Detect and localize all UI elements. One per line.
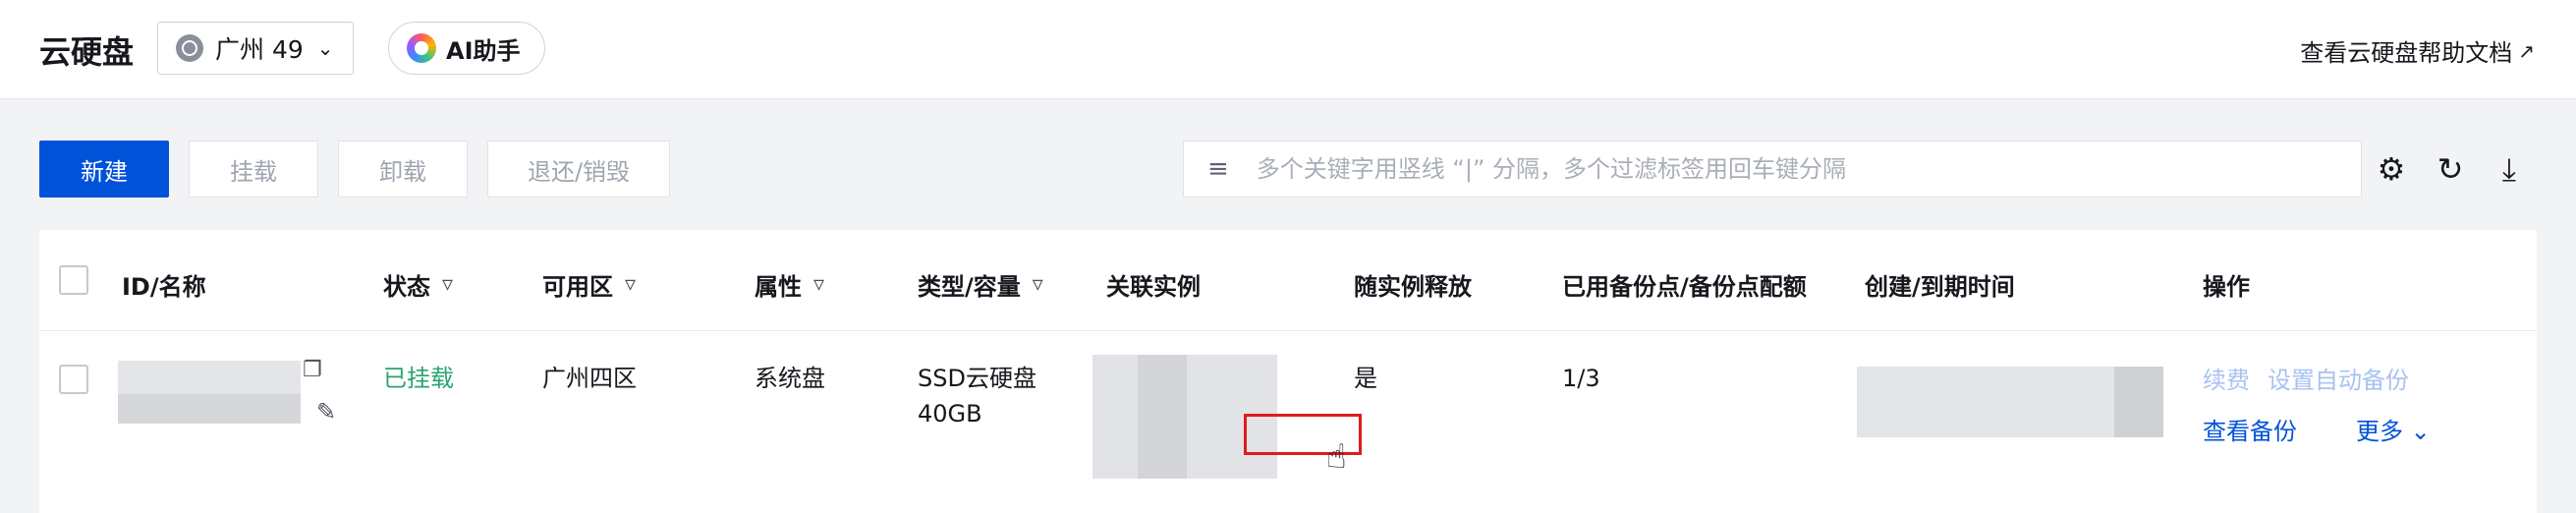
col-attr-label: 属性 — [755, 273, 802, 301]
ai-label: AI助手 — [446, 36, 521, 65]
region-label: 广州 49 — [215, 35, 304, 64]
status-badge: 已挂载 — [383, 365, 454, 392]
capacity-value: 40GB — [918, 400, 982, 428]
region-selector[interactable]: 广州 49 ⌄ — [157, 22, 354, 75]
col-time: 创建/到期时间 — [1865, 267, 2015, 302]
col-attr: 属性 ▿ — [755, 267, 824, 302]
type-line1: SSD云硬盘 — [918, 365, 1036, 392]
select-all-checkbox[interactable] — [59, 265, 88, 295]
ai-logo-icon — [407, 33, 436, 63]
edit-pencil-icon[interactable]: ✎ — [316, 394, 336, 429]
col-id-label: ID/名称 — [122, 273, 206, 301]
filter-icon[interactable]: ▿ — [813, 272, 824, 297]
globe-icon — [176, 34, 203, 62]
col-backup-label: 已用备份点/备份点配额 — [1562, 273, 1807, 301]
release-value: 是 — [1354, 365, 1377, 392]
zone-value: 广州四区 — [542, 365, 637, 392]
attr-value: 系统盘 — [755, 365, 825, 392]
col-instance-label: 关联实例 — [1106, 273, 1201, 301]
disk-table: ID/名称 状态 ▿ 可用区 ▿ 属性 ▿ 类型/容量 ▿ 关联实例 随实例释放 已用备… — [39, 230, 2537, 513]
new-button[interactable]: 新建 — [39, 141, 169, 198]
search-box[interactable]: ≡ — [1183, 141, 2362, 198]
refresh-icon[interactable]: ↻ — [2431, 149, 2470, 189]
mount-button[interactable]: 挂载 — [189, 141, 318, 198]
col-release-label: 随实例释放 — [1354, 273, 1472, 301]
renew-link[interactable]: 续费 — [2203, 363, 2250, 398]
more-label: 更多 — [2356, 418, 2403, 445]
top-bar: 云硬盘 广州 49 ⌄ AI助手 查看云硬盘帮助文档 ↗ — [0, 0, 2576, 99]
external-link-icon: ↗ — [2518, 38, 2535, 63]
blurred-id — [118, 361, 301, 394]
blurred-instance-block — [1138, 355, 1187, 479]
view-backup-link[interactable]: 查看备份 — [2203, 414, 2297, 449]
search-input[interactable] — [1254, 154, 2339, 184]
col-ops-label: 操作 — [2203, 273, 2250, 301]
col-type-label: 类型/容量 — [918, 273, 1021, 301]
col-id-name: ID/名称 — [122, 267, 206, 302]
col-status: 状态 ▿ — [383, 267, 453, 302]
table-header: ID/名称 状态 ▿ 可用区 ▿ 属性 ▿ 类型/容量 ▿ 关联实例 随实例释放 已用备… — [39, 230, 2537, 331]
blurred-time-block — [2114, 367, 2163, 437]
blurred-name — [118, 394, 301, 424]
table-row: ❐ ✎ 已挂载 广州四区 系统盘 SSD云硬盘 40GB 是 1/3 续费 设置… — [39, 331, 2537, 513]
chevron-down-icon: ⌄ — [2410, 418, 2431, 445]
backup-quota-value: 1/3 — [1562, 365, 1600, 392]
filter-icon[interactable]: ▿ — [625, 272, 636, 297]
unmount-button[interactable]: 卸载 — [338, 141, 468, 198]
col-ops: 操作 — [2203, 267, 2250, 302]
auto-backup-link[interactable]: 设置自动备份 — [2268, 363, 2409, 398]
filter-search-icon: ≡ — [1207, 154, 1229, 184]
help-doc-link[interactable]: 查看云硬盘帮助文档 ↗ — [2300, 33, 2535, 68]
row-checkbox[interactable] — [59, 365, 88, 394]
ai-assistant-button[interactable]: AI助手 — [388, 22, 545, 75]
hand-cursor-icon: ☝ — [1326, 437, 1347, 477]
settings-gear-icon[interactable]: ⚙ — [2372, 149, 2411, 189]
download-icon[interactable]: ⤓ — [2490, 149, 2529, 189]
col-backup: 已用备份点/备份点配额 — [1562, 267, 1807, 302]
copy-icon[interactable]: ❐ — [303, 353, 322, 388]
col-time-label: 创建/到期时间 — [1865, 273, 2015, 301]
col-zone: 可用区 ▿ — [542, 267, 636, 302]
col-release: 随实例释放 — [1354, 267, 1472, 302]
more-dropdown[interactable]: 更多 ⌄ — [2356, 414, 2431, 449]
help-link-label: 查看云硬盘帮助文档 — [2300, 39, 2513, 67]
col-type: 类型/容量 ▿ — [918, 267, 1043, 302]
filter-icon[interactable]: ▿ — [1033, 272, 1043, 297]
page-title: 云硬盘 — [39, 33, 135, 71]
return-destroy-button[interactable]: 退还/销毁 — [487, 141, 670, 198]
col-instance: 关联实例 — [1106, 267, 1201, 302]
col-zone-label: 可用区 — [542, 273, 613, 301]
chevron-down-icon: ⌄ — [316, 36, 334, 60]
filter-icon[interactable]: ▿ — [442, 272, 453, 297]
col-status-label: 状态 — [383, 273, 430, 301]
